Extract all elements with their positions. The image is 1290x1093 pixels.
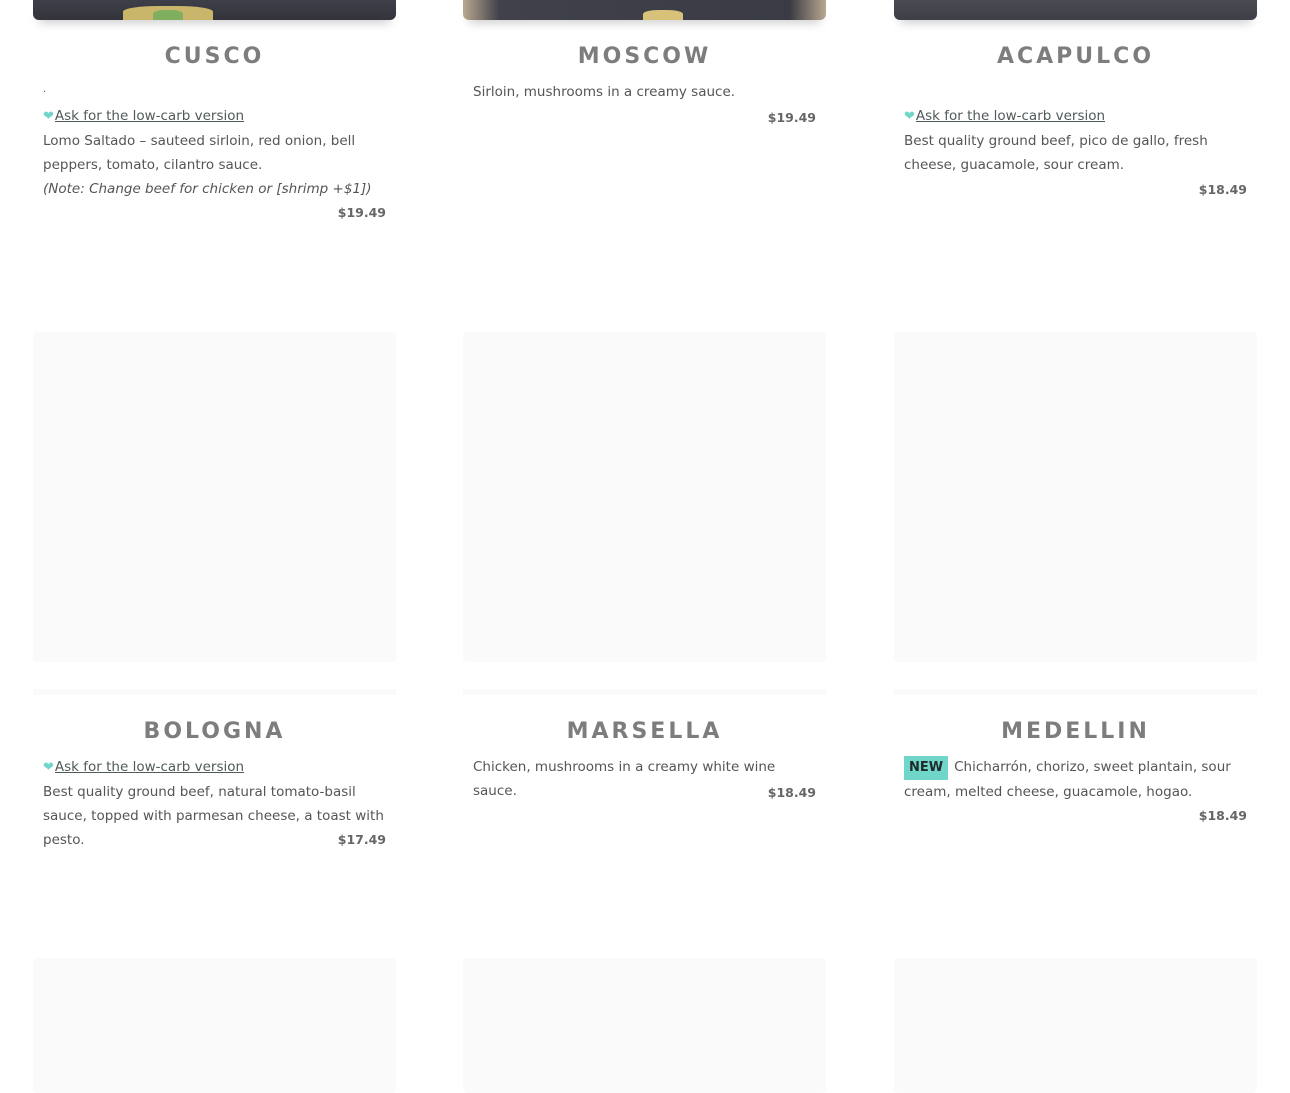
image-shadow — [463, 689, 826, 695]
dish-description: Chicken, mushrooms in a creamy white win… — [473, 759, 776, 799]
dish-marker: . — [43, 84, 47, 95]
image-shadow — [894, 689, 1257, 695]
menu-page: CUSCO . ❤Ask for the low-carb version Lo… — [0, 0, 1290, 1093]
dish-body-medellin: NEW Chicharrón, chorizo, sweet plantain, … — [904, 755, 1249, 804]
dish-image-bologna[interactable] — [33, 332, 396, 662]
dish-note: (Note: Change beef for chicken or [shrim… — [43, 181, 372, 197]
lowcarb-label[interactable]: Ask for the low-carb version — [55, 108, 244, 124]
dish-image-placeholder[interactable] — [463, 958, 826, 1093]
heart-icon: ❤ — [43, 109, 54, 124]
dish-title-cusco: CUSCO — [164, 44, 265, 69]
dish-description: Chicharrón, chorizo, sweet plantain, sou… — [904, 759, 1231, 800]
dish-image-cusco[interactable] — [33, 0, 396, 20]
dish-image-moscow[interactable] — [463, 0, 826, 20]
lowcarb-link[interactable]: ❤Ask for the low-carb version — [43, 755, 388, 780]
dish-price-moscow: $19.49 — [767, 110, 816, 125]
dish-description: Best quality ground beef, natural tomato… — [43, 784, 384, 848]
dish-title-medellin: MEDELLIN — [1001, 719, 1150, 744]
dish-image-acapulco[interactable] — [894, 0, 1257, 20]
dish-body-acapulco: ❤Ask for the low-carb version Best quali… — [904, 104, 1249, 177]
heart-icon: ❤ — [43, 760, 54, 775]
dish-body-bologna: ❤Ask for the low-carb version Best quali… — [43, 755, 388, 852]
dish-description: Best quality ground beef, pico de gallo,… — [904, 133, 1208, 173]
dish-price-medellin: $18.49 — [1198, 808, 1247, 823]
dish-body-cusco: ❤Ask for the low-carb version Lomo Salta… — [43, 104, 388, 201]
lowcarb-label[interactable]: Ask for the low-carb version — [55, 759, 244, 775]
lowcarb-link[interactable]: ❤Ask for the low-carb version — [904, 104, 1249, 129]
dish-image-placeholder[interactable] — [33, 958, 396, 1093]
dish-price-bologna: $17.49 — [337, 832, 386, 847]
dish-price-acapulco: $18.49 — [1198, 182, 1247, 197]
dish-image-marsella[interactable] — [463, 332, 826, 662]
dish-image-placeholder[interactable] — [894, 958, 1257, 1093]
new-badge: NEW — [904, 756, 949, 780]
image-shadow — [33, 689, 396, 695]
dish-title-moscow: MOSCOW — [577, 44, 712, 69]
dish-price-cusco: $19.49 — [337, 205, 386, 220]
lowcarb-label[interactable]: Ask for the low-carb version — [916, 108, 1105, 124]
dish-price-marsella: $18.49 — [767, 785, 816, 800]
lowcarb-link[interactable]: ❤Ask for the low-carb version — [43, 104, 388, 129]
heart-icon: ❤ — [904, 109, 915, 124]
dish-title-acapulco: ACAPULCO — [996, 44, 1155, 69]
dish-image-medellin[interactable] — [894, 332, 1257, 662]
dish-title-bologna: BOLOGNA — [143, 719, 286, 744]
dish-description: Lomo Saltado – sauteed sirloin, red onio… — [43, 133, 356, 173]
dish-description: Sirloin, mushrooms in a creamy sauce. — [473, 84, 736, 100]
dish-title-marsella: MARSELLA — [566, 719, 723, 744]
